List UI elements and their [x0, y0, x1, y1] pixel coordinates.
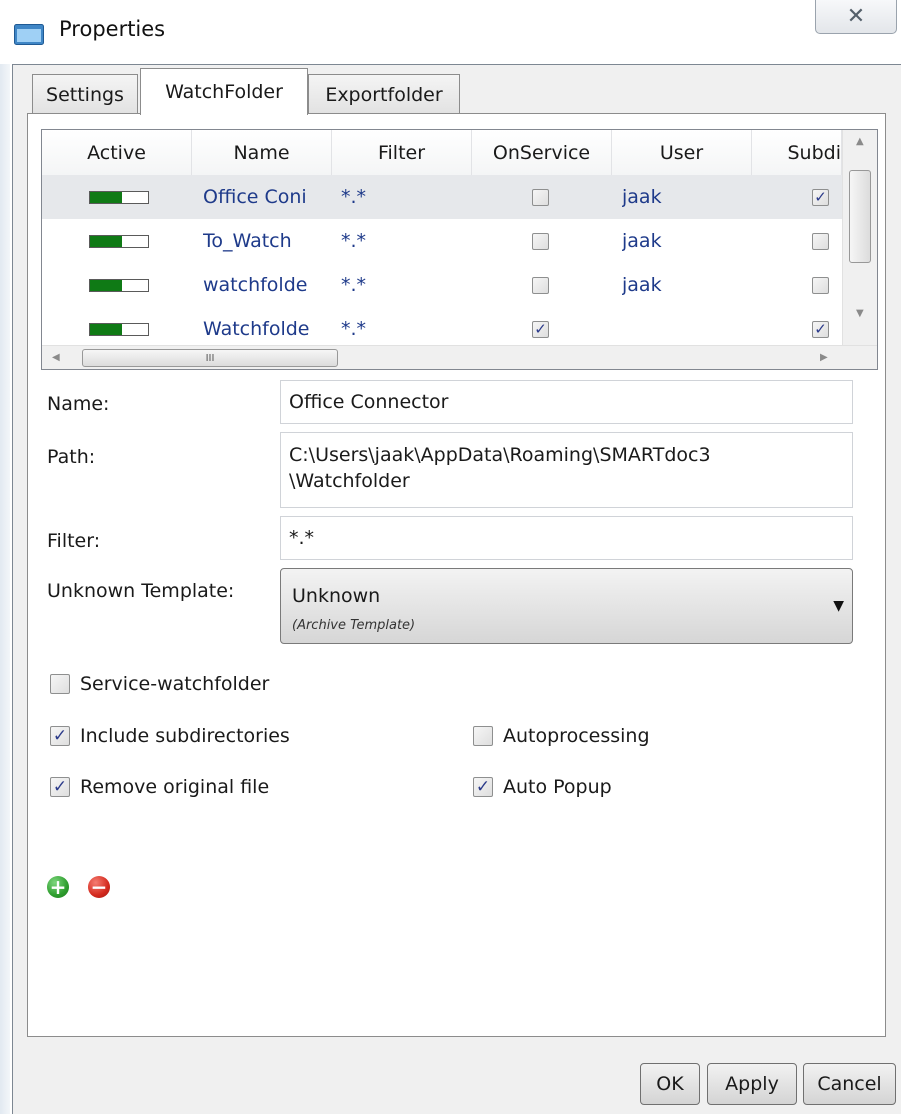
checkbox-label: Service-watchfolder: [80, 673, 270, 695]
checkbox-box[interactable]: ✓: [50, 726, 70, 746]
grid-horizontal-scrollbar[interactable]: ◀ III ▶: [42, 345, 877, 369]
chevron-down-icon: ▼: [833, 598, 844, 614]
scroll-down-icon[interactable]: ▼: [856, 308, 864, 319]
active-toggle[interactable]: [89, 322, 149, 336]
scroll-up-icon[interactable]: ▲: [856, 136, 864, 147]
path-line-2: \Watchfolder: [289, 470, 410, 492]
horizontal-scroll-thumb[interactable]: III: [82, 349, 338, 367]
column-header-active[interactable]: Active: [42, 130, 192, 175]
ok-button[interactable]: OK: [640, 1063, 700, 1105]
checkbox-box[interactable]: ✓: [473, 777, 493, 797]
tab-watchfolder[interactable]: WatchFolder: [140, 68, 308, 115]
column-header-name[interactable]: Name: [192, 130, 332, 175]
tab-settings[interactable]: Settings: [32, 74, 138, 114]
checkbox-label: Auto Popup: [503, 776, 612, 798]
subdirs-checkbox[interactable]: ✓: [812, 320, 829, 338]
column-header-user[interactable]: User: [612, 130, 752, 175]
close-button[interactable]: ✕: [815, 0, 897, 34]
remove-original-file-checkbox[interactable]: ✓ Remove original file: [50, 776, 269, 798]
unknown-template-label: Unknown Template:: [47, 580, 235, 602]
subdirs-checkbox[interactable]: [812, 232, 829, 250]
active-toggle[interactable]: [89, 234, 149, 248]
watchfolder-grid[interactable]: Active Name Filter OnService User Subdi …: [41, 129, 878, 370]
scroll-grip: III: [205, 352, 215, 364]
column-header-filter[interactable]: Filter: [332, 130, 472, 175]
filter-field[interactable]: *.*: [280, 516, 853, 560]
subdirs-checkbox[interactable]: ✓: [812, 188, 829, 206]
table-row[interactable]: To_Watch *.* jaak: [42, 219, 842, 263]
row-filter: *.*: [341, 230, 367, 252]
title-bar: Properties ✕: [0, 0, 901, 64]
checkbox-box[interactable]: [50, 674, 70, 694]
plus-circle-icon[interactable]: +: [47, 876, 69, 898]
checkbox-box[interactable]: [473, 726, 493, 746]
name-field[interactable]: Office Connector: [280, 380, 853, 424]
column-header-onservice[interactable]: OnService: [472, 130, 612, 175]
autoprocessing-checkbox[interactable]: Autoprocessing: [473, 725, 650, 747]
unknown-template-dropdown[interactable]: Unknown (Archive Template) ▼: [280, 568, 853, 644]
tab-exportfolder[interactable]: Exportfolder: [308, 74, 460, 114]
row-user: jaak: [622, 186, 662, 208]
active-toggle[interactable]: [89, 278, 149, 292]
row-name: Office Coni: [203, 186, 307, 208]
checkbox-label: Autoprocessing: [503, 725, 650, 747]
onservice-checkbox[interactable]: [532, 188, 549, 206]
vertical-scroll-thumb[interactable]: [849, 170, 871, 263]
path-line-1: C:\Users\jaak\AppData\Roaming\SMARTdoc3: [289, 444, 711, 466]
row-filter: *.*: [341, 274, 367, 296]
include-subdirectories-checkbox[interactable]: ✓ Include subdirectories: [50, 725, 290, 747]
path-label: Path:: [47, 446, 96, 468]
window-edge: [0, 64, 10, 1114]
template-selected-value: Unknown: [292, 585, 381, 607]
auto-popup-checkbox[interactable]: ✓ Auto Popup: [473, 776, 612, 798]
window-title: Properties: [59, 17, 166, 41]
row-user: jaak: [622, 274, 662, 296]
scroll-right-icon[interactable]: ▶: [820, 352, 828, 363]
apply-button[interactable]: Apply: [707, 1063, 797, 1105]
cancel-button[interactable]: Cancel: [803, 1063, 896, 1105]
grid-header: Active Name Filter OnService User Subdi: [42, 130, 842, 176]
checkbox-label: Include subdirectories: [80, 725, 290, 747]
close-icon: ✕: [846, 4, 866, 29]
grid-vertical-scrollbar[interactable]: ▲ ▼: [842, 130, 877, 345]
table-row[interactable]: watchfolde *.* jaak: [42, 263, 842, 307]
path-field[interactable]: C:\Users\jaak\AppData\Roaming\SMARTdoc3 …: [280, 432, 853, 508]
scroll-left-icon[interactable]: ◀: [52, 352, 60, 363]
subdirs-checkbox[interactable]: [812, 276, 829, 294]
row-filter: *.*: [341, 186, 367, 208]
onservice-checkbox[interactable]: ✓: [532, 320, 549, 338]
onservice-checkbox[interactable]: [532, 276, 549, 294]
name-label: Name:: [47, 393, 110, 415]
window-app-icon: [14, 24, 44, 45]
checkbox-label: Remove original file: [80, 776, 270, 798]
minus-circle-icon[interactable]: −: [88, 876, 110, 898]
row-user: jaak: [622, 230, 662, 252]
service-watchfolder-checkbox[interactable]: Service-watchfolder: [50, 673, 269, 695]
filter-label: Filter:: [47, 530, 101, 552]
table-row[interactable]: Office Coni *.* jaak ✓: [42, 175, 842, 219]
checkbox-box[interactable]: ✓: [50, 777, 70, 797]
column-header-subdirs[interactable]: Subdi: [752, 130, 842, 175]
template-subtitle: (Archive Template): [292, 618, 416, 633]
row-name: To_Watch: [203, 230, 292, 252]
row-name: watchfolde: [203, 274, 308, 296]
active-toggle[interactable]: [89, 190, 149, 204]
onservice-checkbox[interactable]: [532, 232, 549, 250]
